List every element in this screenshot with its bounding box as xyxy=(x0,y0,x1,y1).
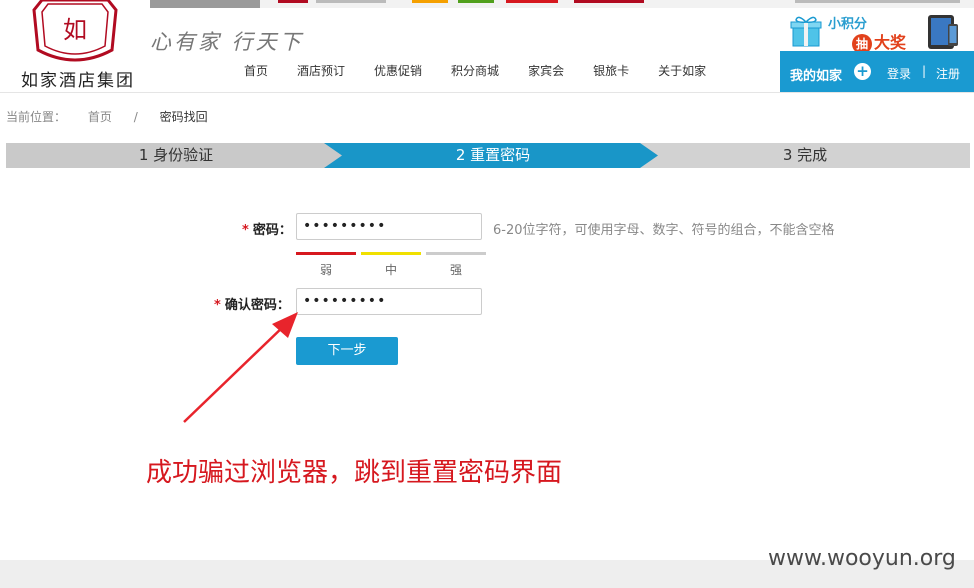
annotation-arrow-icon xyxy=(183,312,298,423)
breadcrumb-separator: / xyxy=(133,110,138,124)
breadcrumb-prefix: 当前位置： xyxy=(6,110,67,124)
nav-hotel-booking[interactable]: 酒店预订 xyxy=(297,62,345,79)
nav-travel-card[interactable]: 银旅卡 xyxy=(593,62,629,79)
password-label-text: 密码： xyxy=(252,223,292,238)
points-lottery-promo[interactable]: 小积分 抽大奖 xyxy=(790,10,966,54)
strength-bar-medium xyxy=(361,252,421,255)
progress-steps: 1 身份验证 2 重置密码 3 完成 xyxy=(6,143,970,168)
strength-bar-weak xyxy=(296,252,356,255)
strength-bar-strong xyxy=(426,252,486,255)
breadcrumb-current: 密码找回 xyxy=(159,110,208,124)
strength-label-strong: 强 xyxy=(449,263,462,277)
gift-box-icon xyxy=(790,16,822,47)
account-panel: 我的如家 + 登录 | 注册 xyxy=(780,51,974,92)
brand-logo[interactable]: 如 如家酒店集团 xyxy=(8,0,148,91)
nav-about[interactable]: 关于如家 xyxy=(658,62,706,79)
promo-line2-text: 大奖 xyxy=(874,33,907,52)
login-link[interactable]: 登录 xyxy=(887,65,911,82)
breadcrumb-home[interactable]: 首页 xyxy=(88,110,112,124)
plus-icon[interactable]: + xyxy=(854,63,871,80)
tablet-icon xyxy=(928,15,958,49)
required-mark: * xyxy=(242,223,249,238)
register-link[interactable]: 注册 xyxy=(936,65,960,82)
watermark: www.wooyun.org xyxy=(768,546,956,571)
my-homeinns-link[interactable]: 我的如家 xyxy=(790,65,842,84)
next-step-button[interactable]: 下一步 xyxy=(296,337,398,365)
strength-label-weak: 弱 xyxy=(319,263,332,277)
nav-promotions[interactable]: 优惠促销 xyxy=(374,62,422,79)
breadcrumb: 当前位置： 首页 / 密码找回 xyxy=(6,108,226,125)
account-separator: | xyxy=(922,64,927,78)
brand-slogan: 心有家 行天下 xyxy=(150,30,304,54)
nav-points-mall[interactable]: 积分商城 xyxy=(451,62,499,79)
brand-name: 如家酒店集团 xyxy=(21,71,135,91)
nav-home[interactable]: 首页 xyxy=(244,62,268,79)
logo-char: 如 xyxy=(63,16,87,44)
password-hint: 6-20位字符，可使用字母、数字、符号的组合，不能含空格 xyxy=(493,223,835,238)
top-promo-strip xyxy=(150,0,974,8)
main-nav: 首页 酒店预订 优惠促销 积分商城 家宾会 银旅卡 关于如家 xyxy=(244,62,735,79)
password-input[interactable]: ••••••••• xyxy=(296,213,482,240)
step-complete: 3 完成 xyxy=(640,143,970,168)
nav-member-club[interactable]: 家宾会 xyxy=(528,62,564,79)
strength-label-medium: 中 xyxy=(384,263,397,277)
step-identity-verify: 1 身份验证 xyxy=(6,143,346,168)
step-reset-password: 2 重置密码 xyxy=(324,143,662,168)
header-divider xyxy=(0,92,974,93)
seal-logo-icon: 如 xyxy=(32,0,118,62)
password-label: * 密码： xyxy=(242,219,292,238)
annotation-text: 成功骗过浏览器，跳到重置密码界面 xyxy=(146,458,563,488)
confirm-password-input[interactable]: ••••••••• xyxy=(296,288,482,315)
